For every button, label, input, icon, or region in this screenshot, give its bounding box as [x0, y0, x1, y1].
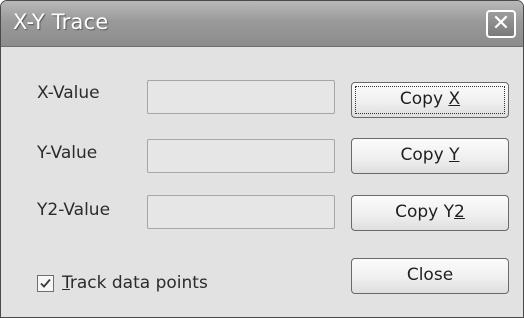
copy-x-label: Copy — [399, 89, 449, 109]
y2-value-field[interactable] — [147, 195, 335, 229]
y-value-field[interactable] — [147, 139, 335, 173]
x-value-label: X-Value — [37, 83, 100, 103]
xy-trace-dialog: X-Y Trace ✕ X-Value Copy X Y-Value Copy … — [0, 0, 524, 318]
track-label-rest: rack data points — [69, 273, 208, 293]
copy-x-button[interactable]: Copy X — [351, 82, 509, 118]
copy-y-accel: Y — [449, 145, 460, 165]
copy-y2-label: Copy Y — [395, 202, 455, 222]
copy-y-button[interactable]: Copy Y — [351, 138, 509, 174]
y2-value-label: Y2-Value — [37, 200, 111, 220]
copy-y2-accel: 2 — [454, 202, 465, 222]
copy-x-accel: X — [448, 89, 461, 109]
window-title: X-Y Trace — [13, 10, 109, 34]
checkmark-icon — [40, 278, 51, 288]
title-bar[interactable]: X-Y Trace ✕ — [1, 1, 523, 47]
close-icon[interactable]: ✕ — [486, 10, 516, 38]
track-accel: T — [62, 273, 70, 293]
track-data-points-label[interactable]: Track data points — [62, 273, 208, 293]
copy-y2-button[interactable]: Copy Y2 — [351, 195, 509, 231]
x-value-field[interactable] — [147, 80, 335, 114]
close-button[interactable]: Close — [351, 258, 509, 294]
copy-y-label: Copy — [400, 145, 450, 165]
track-data-points-checkbox[interactable] — [37, 275, 54, 292]
y-value-label: Y-Value — [37, 143, 98, 163]
